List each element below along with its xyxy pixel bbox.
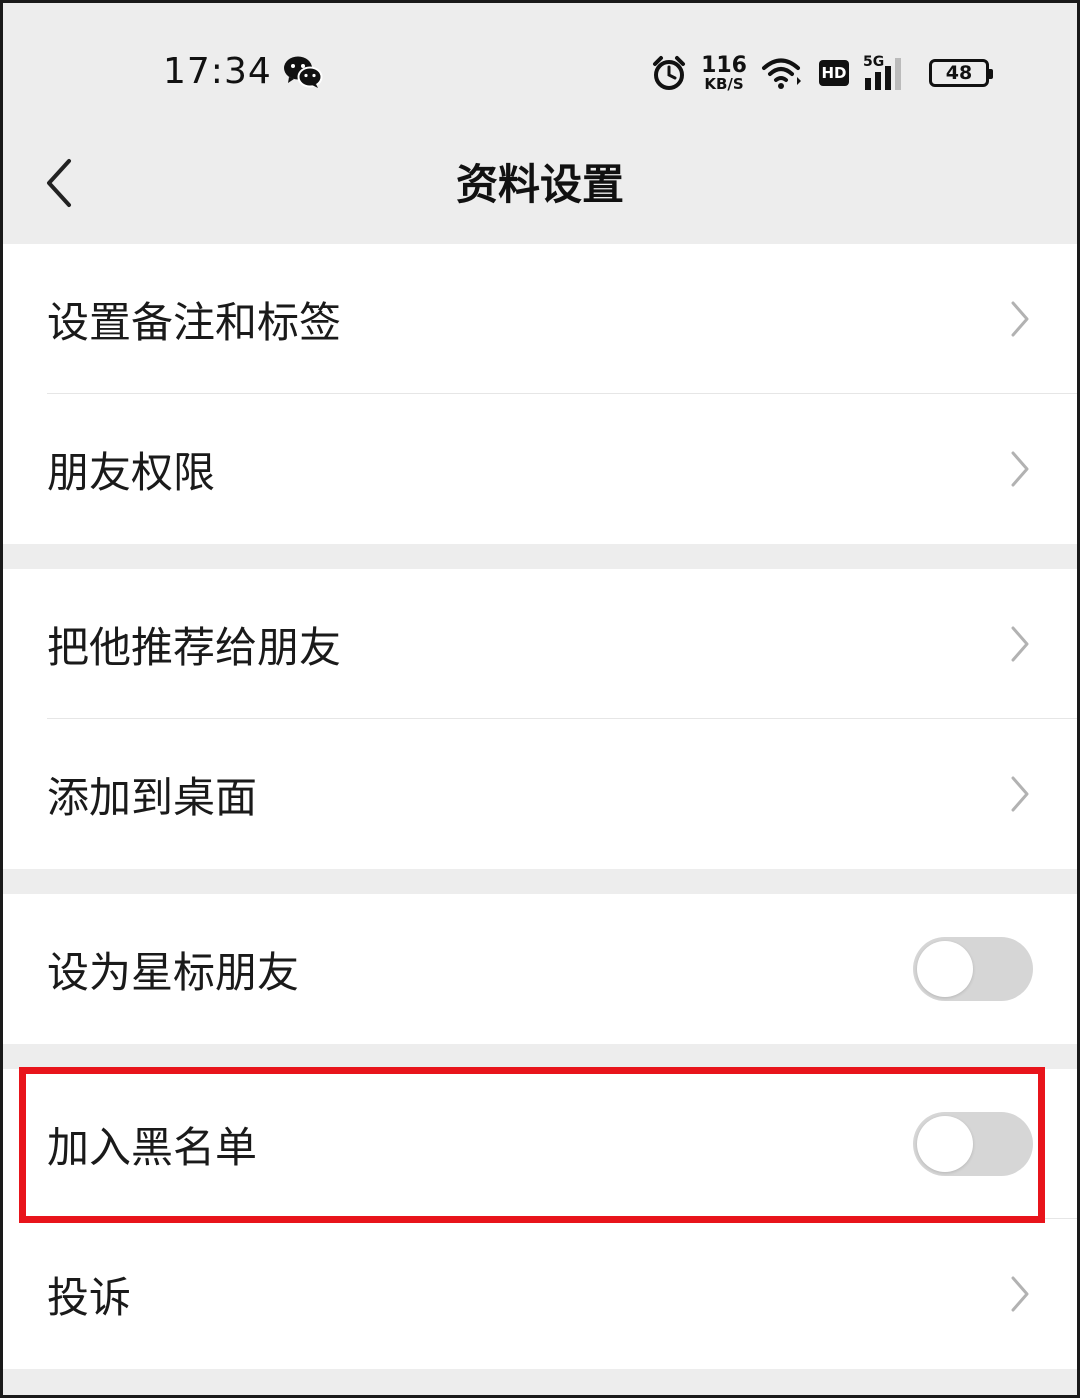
row-label: 添加到桌面 <box>47 772 258 822</box>
row-add-to-desktop[interactable]: 添加到桌面 <box>3 719 1077 869</box>
settings-group-2: 把他推荐给朋友 添加到桌面 <box>3 569 1077 869</box>
star-friend-toggle[interactable] <box>913 937 1033 1001</box>
row-blacklist: 加入黑名单 <box>3 1069 1077 1219</box>
row-star-friend: 设为星标朋友 <box>3 894 1077 1044</box>
network-speed-unit: KB/S <box>704 74 744 93</box>
wechat-icon <box>284 56 323 88</box>
toggle-knob <box>917 1116 973 1172</box>
status-bar: 17:34 116 KB/S HD 5G 48 <box>3 3 1077 123</box>
phone-screen: 17:34 116 KB/S HD 5G 48 资料设置 设置备注和标签 朋友权… <box>0 0 1080 1398</box>
row-label: 加入黑名单 <box>47 1122 258 1172</box>
row-label: 朋友权限 <box>47 447 216 497</box>
row-label: 投诉 <box>47 1272 132 1322</box>
network-speed: 116 KB/S <box>701 52 747 93</box>
signal-icon: 5G <box>863 54 909 90</box>
battery-icon: 48 <box>929 59 993 87</box>
settings-group-4: 加入黑名单 投诉 <box>3 1069 1077 1369</box>
row-label: 设为星标朋友 <box>47 947 300 997</box>
row-report[interactable]: 投诉 <box>3 1219 1077 1369</box>
page-title: 资料设置 <box>455 160 624 209</box>
nav-bar: 资料设置 <box>3 123 1077 243</box>
hd-badge: HD <box>819 60 849 86</box>
chevron-right-icon <box>1011 626 1029 662</box>
row-recommend-to-friend[interactable]: 把他推荐给朋友 <box>3 569 1077 719</box>
row-remark-and-tags[interactable]: 设置备注和标签 <box>3 244 1077 394</box>
network-type: 5G <box>863 54 885 70</box>
blacklist-toggle[interactable] <box>913 1112 1033 1176</box>
toggle-knob <box>917 941 973 997</box>
row-label: 设置备注和标签 <box>47 297 342 347</box>
chevron-right-icon <box>1011 301 1029 337</box>
wifi-icon <box>762 58 801 89</box>
chevron-right-icon <box>1011 451 1029 487</box>
status-time: 17:34 <box>163 51 272 92</box>
row-label: 把他推荐给朋友 <box>47 622 342 672</box>
settings-group-3: 设为星标朋友 <box>3 894 1077 1044</box>
network-speed-value: 116 <box>701 52 747 78</box>
battery-level: 48 <box>945 62 973 84</box>
settings-group-1: 设置备注和标签 朋友权限 <box>3 244 1077 544</box>
chevron-right-icon <box>1011 1276 1029 1312</box>
alarm-icon <box>653 56 686 90</box>
chevron-right-icon <box>1011 776 1029 812</box>
row-friend-permissions[interactable]: 朋友权限 <box>3 394 1077 544</box>
status-icons: 116 KB/S HD 5G 48 <box>651 51 993 95</box>
